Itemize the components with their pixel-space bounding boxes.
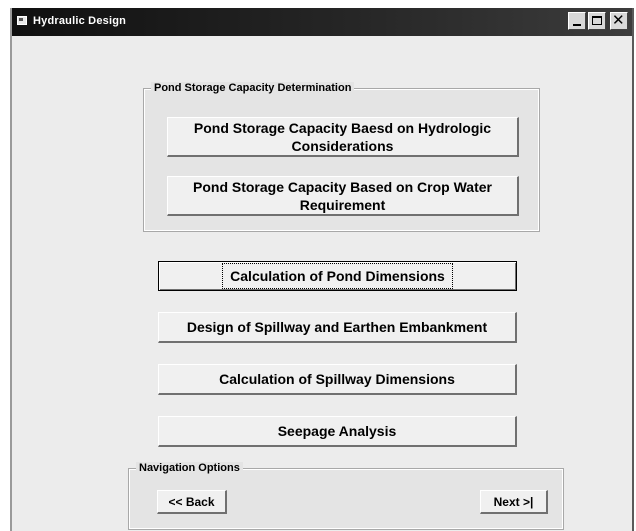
pond-storage-frame: Pond Storage Capacity Determination Pond… bbox=[143, 82, 540, 232]
pond-storage-legend: Pond Storage Capacity Determination bbox=[151, 82, 355, 94]
minimize-icon bbox=[573, 24, 581, 26]
back-label: << Back bbox=[168, 494, 215, 509]
crop-water-capacity-button[interactable]: Pond Storage Capacity Based on Crop Wate… bbox=[167, 176, 519, 216]
next-button[interactable]: Next >| bbox=[480, 490, 548, 514]
back-button[interactable]: << Back bbox=[157, 490, 227, 514]
spillway-embankment-label: Design of Spillway and Earthen Embankmen… bbox=[186, 319, 488, 335]
pond-dimensions-label: Calculation of Pond Dimensions bbox=[222, 263, 453, 289]
maximize-icon bbox=[592, 16, 602, 25]
spillway-dimensions-label: Calculation of Spillway Dimensions bbox=[219, 371, 455, 387]
minimize-button[interactable] bbox=[568, 12, 586, 30]
close-button[interactable]: ✕ bbox=[610, 11, 628, 30]
app-icon[interactable] bbox=[17, 16, 27, 25]
spillway-embankment-button[interactable]: Design of Spillway and Earthen Embankmen… bbox=[158, 312, 517, 343]
title-bar[interactable]: Hydraulic Design ✕ bbox=[12, 8, 632, 36]
hydrologic-capacity-button[interactable]: Pond Storage Capacity Baesd on Hydrologi… bbox=[167, 117, 519, 157]
spillway-dimensions-button[interactable]: Calculation of Spillway Dimensions bbox=[158, 364, 517, 395]
next-label: Next >| bbox=[493, 494, 534, 509]
crop-water-capacity-label: Pond Storage Capacity Based on Crop Wate… bbox=[193, 178, 492, 213]
seepage-analysis-button[interactable]: Seepage Analysis bbox=[158, 416, 517, 447]
pond-dimensions-button[interactable]: Calculation of Pond Dimensions bbox=[158, 261, 517, 291]
hydraulic-design-window: Hydraulic Design ✕ Pond Storage Capacity… bbox=[10, 8, 634, 531]
seepage-analysis-label: Seepage Analysis bbox=[277, 423, 397, 439]
navigation-frame: Navigation Options << Back Next >| bbox=[128, 462, 564, 530]
navigation-legend: Navigation Options bbox=[136, 462, 243, 474]
close-icon: ✕ bbox=[612, 11, 625, 29]
maximize-button[interactable] bbox=[588, 12, 606, 30]
hydrologic-capacity-label: Pond Storage Capacity Baesd on Hydrologi… bbox=[193, 119, 492, 154]
window-title: Hydraulic Design bbox=[33, 15, 127, 27]
